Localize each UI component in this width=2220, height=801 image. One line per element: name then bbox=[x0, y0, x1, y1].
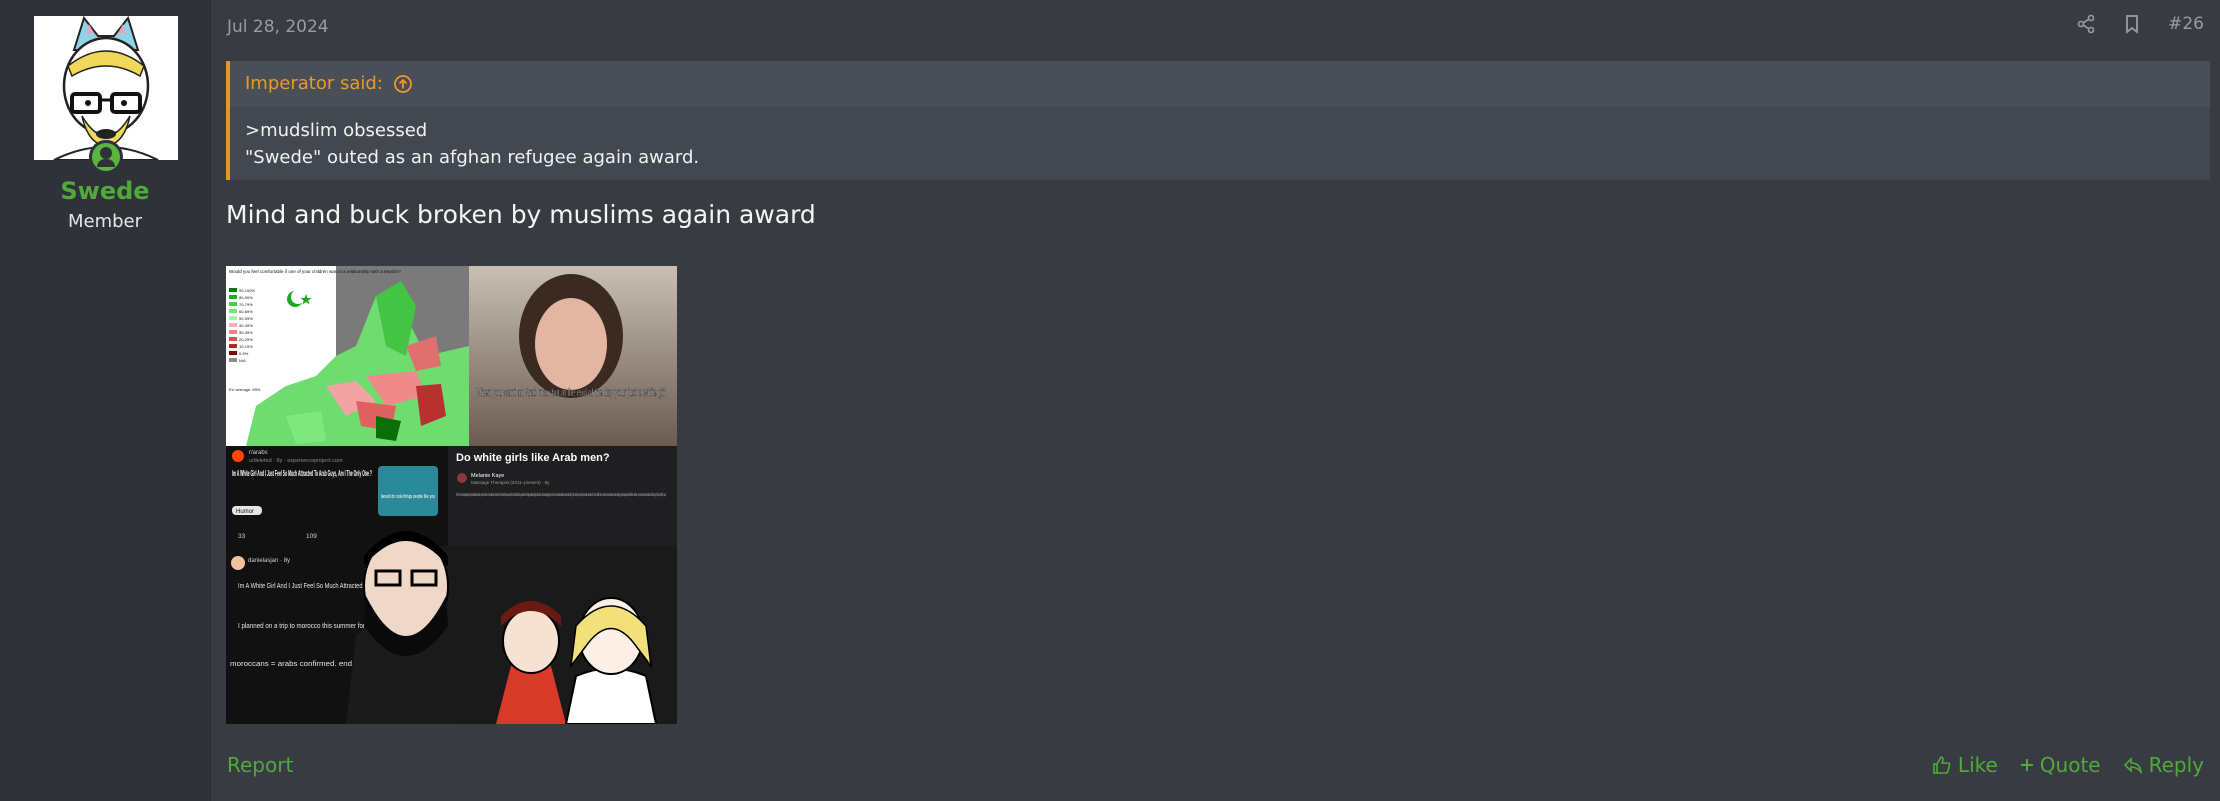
reply-arrow-icon bbox=[2123, 757, 2142, 775]
svg-text:20-29%: 20-29% bbox=[239, 337, 253, 342]
reddit-votes: 33 bbox=[238, 533, 246, 540]
svg-text:40-49%: 40-49% bbox=[239, 323, 253, 328]
svg-text:N/A: N/A bbox=[239, 358, 246, 363]
user-title: Member bbox=[67, 211, 143, 232]
arrow-up-circle-icon[interactable] bbox=[393, 74, 413, 94]
post-header-actions: #26 bbox=[2076, 14, 2204, 34]
girl-character-2 bbox=[564, 597, 658, 724]
soyjak-avatar-icon bbox=[34, 16, 178, 160]
plus-icon bbox=[2020, 759, 2033, 771]
username[interactable]: Swede bbox=[0, 177, 210, 205]
quote-title[interactable]: Imperator said: bbox=[245, 73, 413, 94]
svg-text:Massage Therapist (2011–presen: Massage Therapist (2011–present) · 6y bbox=[471, 480, 550, 485]
post-message: Mind and buck broken by muslims again aw… bbox=[226, 200, 816, 229]
like-button[interactable]: Like bbox=[1932, 753, 1998, 777]
post-number[interactable]: #26 bbox=[2168, 14, 2204, 34]
user-info-column: Swede Member bbox=[0, 0, 211, 801]
reddit-comments: 109 bbox=[306, 533, 317, 540]
user-online-icon bbox=[89, 140, 123, 174]
reply-label: Reply bbox=[2148, 753, 2204, 777]
map-title: Would you feel comfortable if one of you… bbox=[229, 269, 401, 274]
svg-text:danielasjan · 8y: danielasjan · 8y bbox=[248, 558, 290, 564]
svg-text:Iwould do rude things people l: Iwould do rude things people like you bbox=[381, 494, 435, 500]
share-icon[interactable] bbox=[2076, 14, 2096, 34]
quote-block: Imperator said: >mudslim obsessed "Swede… bbox=[226, 61, 2210, 180]
svg-text:90-100%: 90-100% bbox=[239, 288, 255, 293]
svg-text:70-79%: 70-79% bbox=[239, 302, 253, 307]
map-average: EU average: 59% bbox=[229, 387, 261, 392]
svg-text:50-59%: 50-59% bbox=[239, 316, 253, 321]
girl-caption: When you want an Arab man but at the end… bbox=[476, 387, 666, 399]
svg-text:Melanie Kaye: Melanie Kaye bbox=[471, 473, 504, 479]
svg-text:Humor: Humor bbox=[236, 509, 254, 515]
svg-text:80-90%: 80-90% bbox=[239, 295, 253, 300]
post-actions: Like Quote Reply bbox=[1932, 753, 2204, 777]
svg-text:Do white girls like Arab men?: Do white girls like Arab men? bbox=[456, 452, 610, 464]
attached-image[interactable]: Would you feel comfortable if one of you… bbox=[226, 266, 677, 724]
svg-text:0-9%: 0-9% bbox=[239, 351, 249, 356]
svg-text:r/arabs: r/arabs bbox=[249, 450, 268, 456]
forum-post: Swede Member Jul 28, 2024 #26 Imperator … bbox=[0, 0, 2220, 801]
like-label: Like bbox=[1957, 753, 1998, 777]
quote-header bbox=[230, 61, 2210, 107]
avatar[interactable] bbox=[34, 16, 178, 160]
quote-line: >mudslim obsessed bbox=[245, 120, 428, 141]
svg-text:60-69%: 60-69% bbox=[239, 309, 253, 314]
post-date[interactable]: Jul 28, 2024 bbox=[227, 17, 329, 37]
quote-button[interactable]: Quote bbox=[2020, 753, 2101, 777]
quote-label: Quote bbox=[2039, 753, 2101, 777]
svg-text:Yes. The most important part i: Yes. The most important part is personal… bbox=[456, 492, 666, 497]
post-main: Jul 28, 2024 #26 Imperator said: >mudsli… bbox=[211, 0, 2220, 801]
quote-author: Imperator said: bbox=[245, 73, 383, 94]
thumbs-up-icon bbox=[1933, 756, 1951, 774]
quote-line: "Swede" outed as an afghan refugee again… bbox=[245, 147, 700, 168]
reply-button[interactable]: Reply bbox=[2123, 753, 2204, 777]
bookmark-icon[interactable] bbox=[2122, 14, 2142, 34]
svg-text:10-19%: 10-19% bbox=[239, 344, 253, 349]
svg-text:Im A White Girl And I Just Fee: Im A White Girl And I Just Feel So Much … bbox=[232, 469, 372, 478]
report-link[interactable]: Report bbox=[227, 753, 293, 777]
svg-text:u/deleted · 8y · experiencepro: u/deleted · 8y · experienceproject.com bbox=[249, 458, 343, 464]
girl-character-1 bbox=[496, 601, 566, 724]
reddit-icon bbox=[232, 450, 244, 462]
svg-text:30-39%: 30-39% bbox=[239, 330, 253, 335]
